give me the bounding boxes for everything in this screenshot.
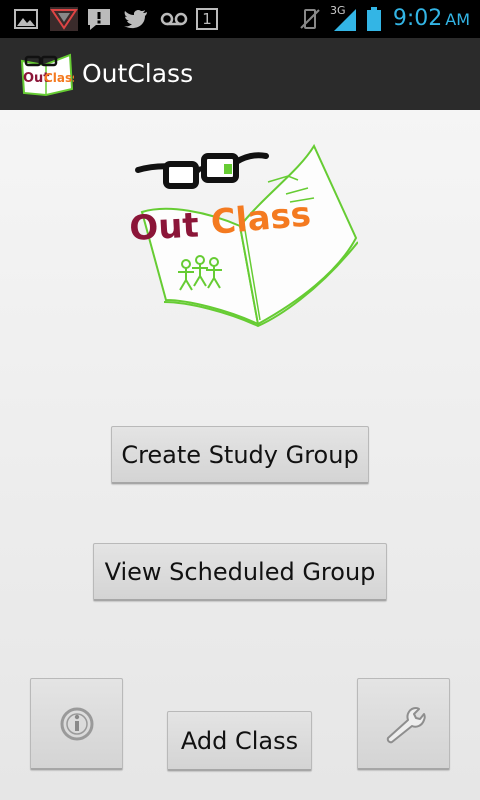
app-logo-icon[interactable]: Out Class: [18, 49, 74, 99]
status-clock: 9:02 AM: [393, 4, 470, 35]
signal-icon: [334, 9, 356, 31]
action-bar: Out Class OutClass: [0, 38, 480, 111]
twitter-icon: [124, 9, 147, 29]
add-class-button[interactable]: Add Class: [167, 711, 312, 771]
info-icon: [60, 707, 93, 740]
notification-count-icon: 1: [196, 8, 218, 30]
voicemail-icon: [160, 12, 188, 26]
app-logo-text-class: Class: [44, 71, 74, 85]
view-scheduled-group-button[interactable]: View Scheduled Group: [93, 543, 387, 601]
wrench-icon: [386, 706, 426, 743]
settings-button[interactable]: [357, 678, 450, 770]
vibrate-off-icon: [300, 9, 320, 29]
outclass-logo: Out Class: [128, 143, 358, 327]
clock-time: 9:02: [392, 6, 443, 31]
clock-ampm: AM: [445, 10, 470, 29]
info-button[interactable]: [30, 678, 123, 770]
status-bar: 1 3G 9:02 AM: [0, 0, 480, 38]
gallery-icon: [14, 9, 38, 29]
media-icon: [50, 7, 78, 31]
create-study-group-button[interactable]: Create Study Group: [111, 426, 369, 484]
logo-text-out: Out: [128, 205, 199, 249]
battery-icon: [367, 7, 381, 31]
main-content: Out Class Create Study Group View Schedu…: [0, 110, 480, 800]
app-title: OutClass: [82, 59, 194, 88]
message-alert-icon: [88, 9, 110, 30]
glasses-icon: [135, 152, 269, 189]
